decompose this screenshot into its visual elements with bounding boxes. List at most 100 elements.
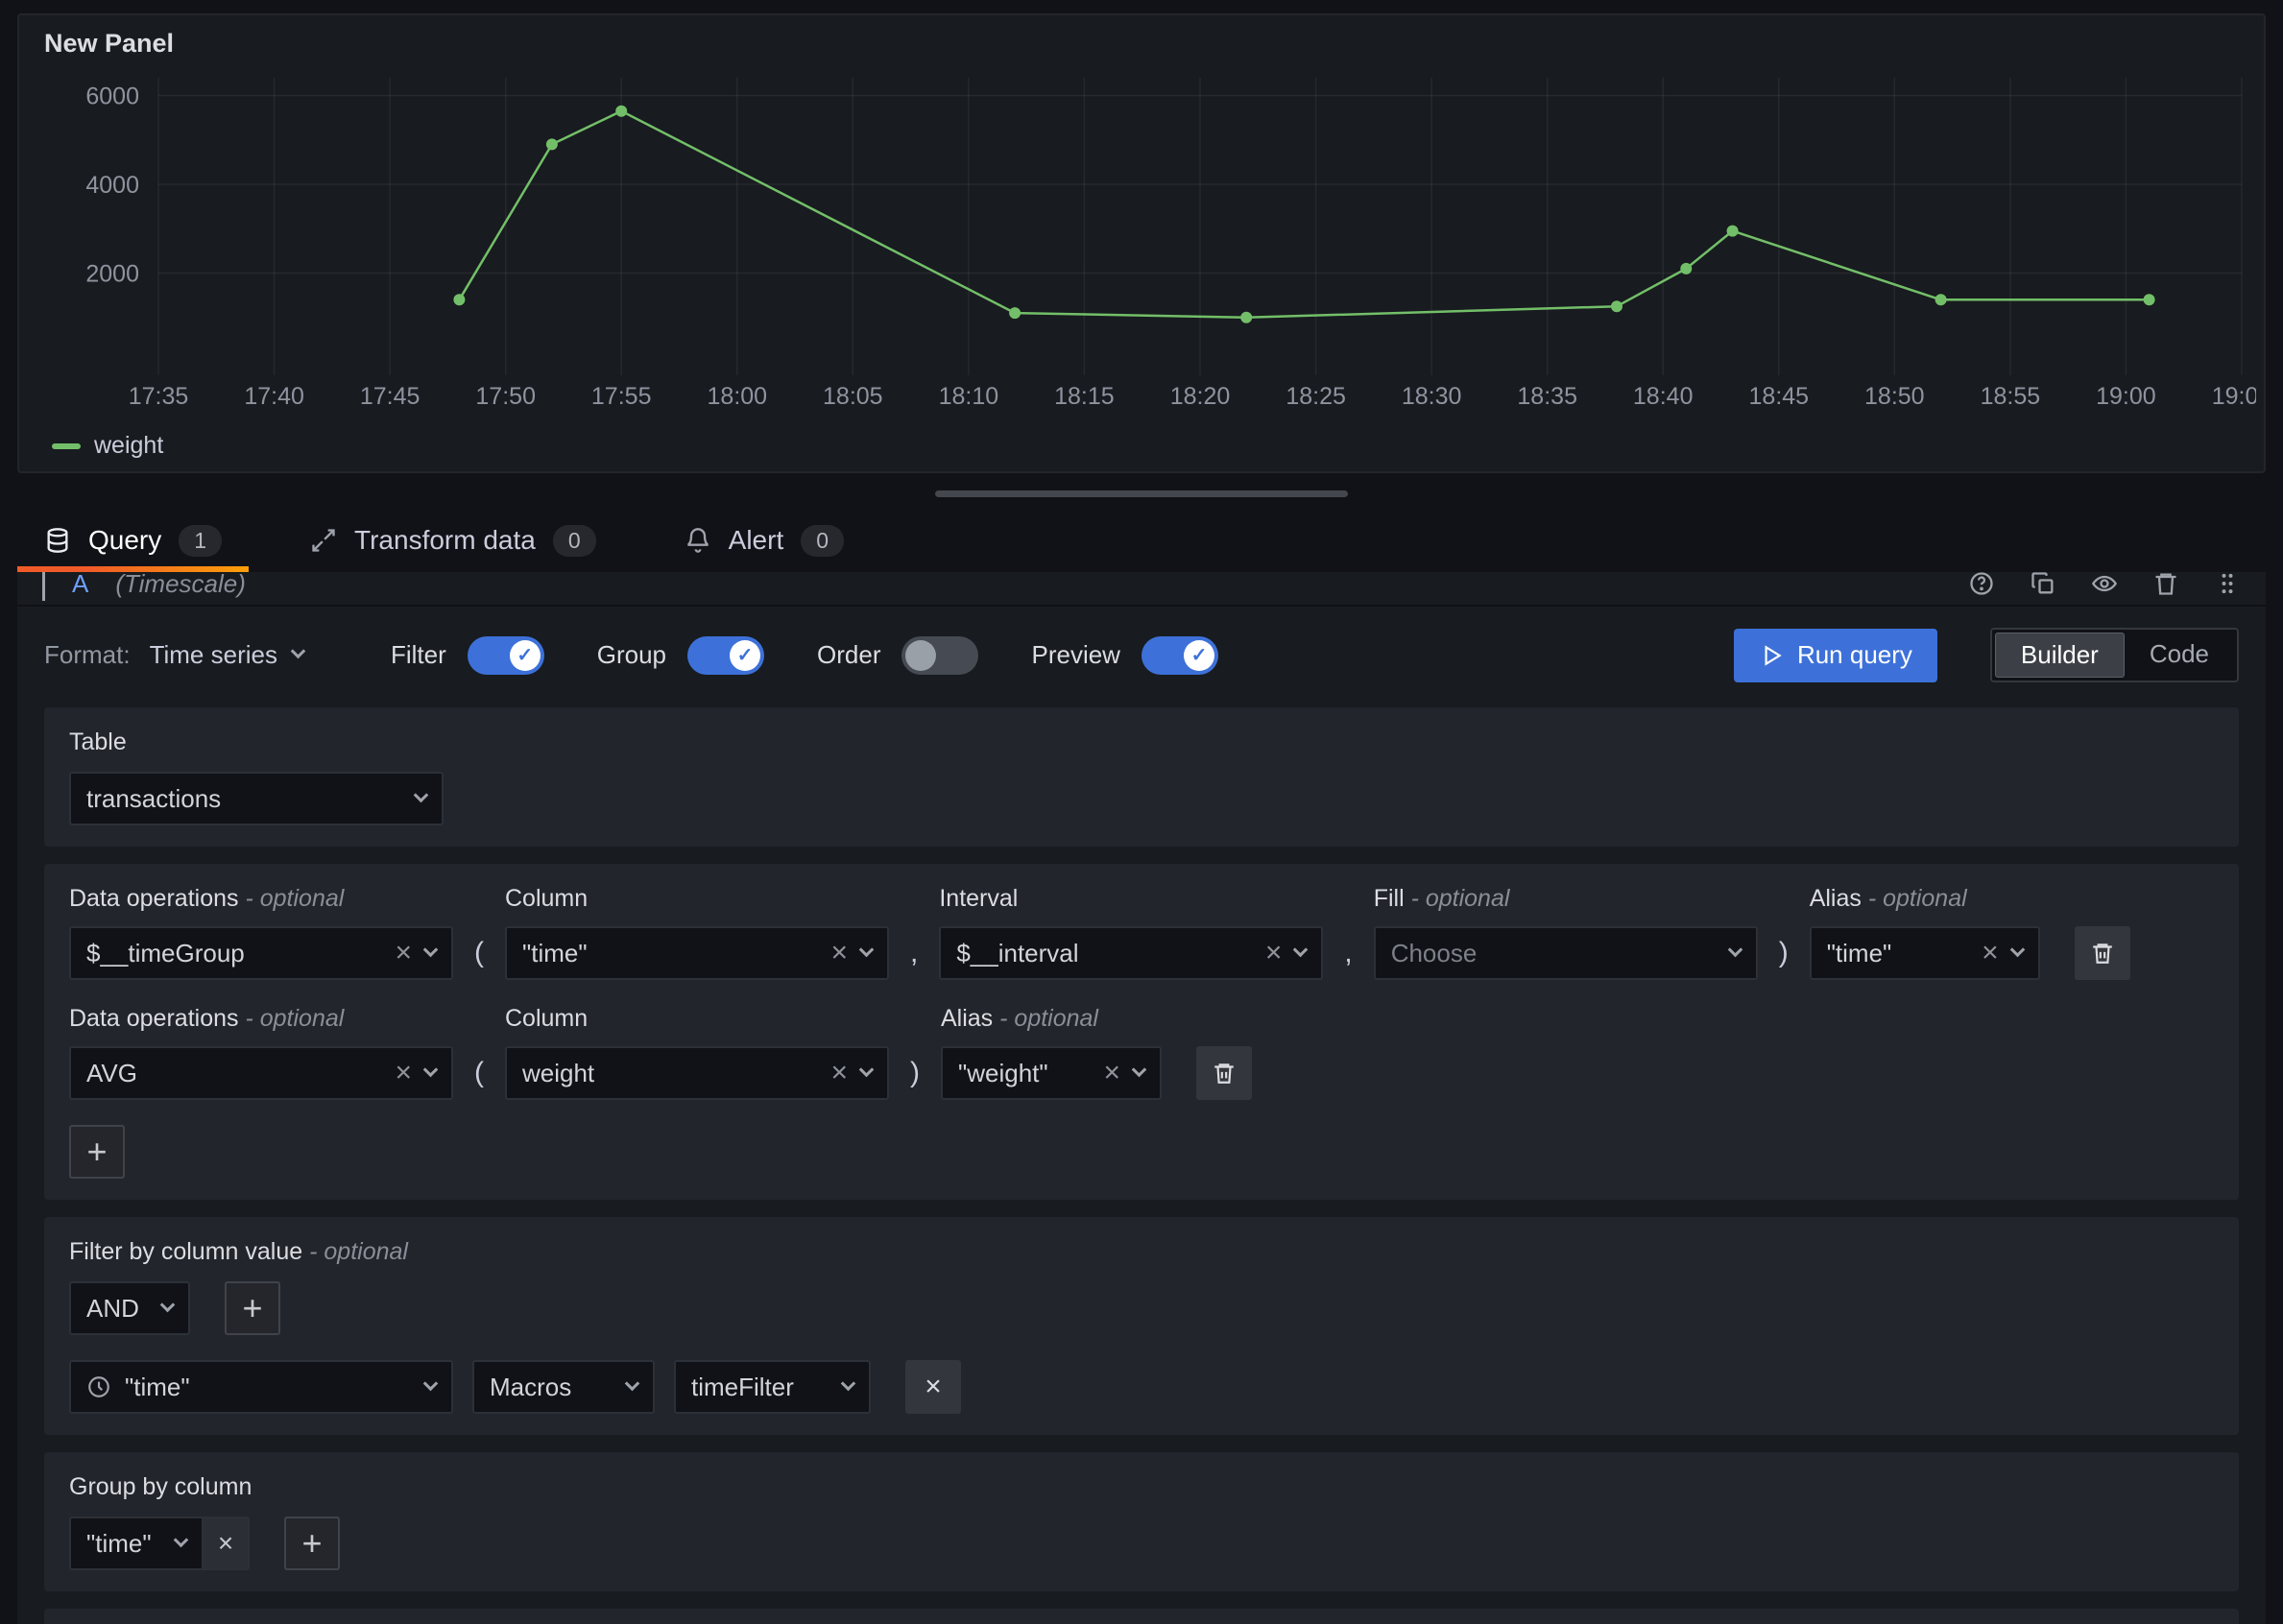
eye-icon[interactable] (2091, 572, 2118, 597)
clear-icon[interactable]: × (1982, 939, 1999, 967)
clear-icon[interactable]: × (395, 1059, 412, 1087)
svg-text:18:35: 18:35 (1517, 383, 1577, 410)
alias-select[interactable]: "time" × (1810, 926, 2040, 980)
clock-icon (86, 1374, 111, 1399)
tab-alert-badge: 0 (801, 525, 844, 557)
svg-text:19:05: 19:05 (2212, 383, 2256, 410)
svg-text:19:00: 19:00 (2096, 383, 2156, 410)
svg-text:18:10: 18:10 (939, 383, 999, 410)
delete-select-row-button[interactable] (1196, 1046, 1252, 1100)
svg-text:17:45: 17:45 (360, 383, 421, 410)
add-select-row-button[interactable]: + (69, 1125, 125, 1179)
clear-icon[interactable]: × (1265, 939, 1283, 967)
legend-item-weight[interactable]: weight (94, 432, 163, 460)
group-toggle[interactable]: ✓ (687, 636, 764, 675)
remove-group-by-button[interactable]: × (204, 1517, 250, 1570)
run-query-button[interactable]: Run query (1734, 629, 1937, 682)
column-select[interactable]: "time" × (505, 926, 889, 980)
select-row-1: Data operations - optional $__timeGroup … (69, 885, 2214, 980)
preview-toggle[interactable]: ✓ (1142, 636, 1218, 675)
add-group-by-button[interactable]: + (284, 1517, 340, 1570)
trash-icon[interactable] (2152, 572, 2179, 597)
editor-mode-switcher: Builder Code (1990, 628, 2239, 682)
filter-operator-select[interactable]: AND (69, 1281, 190, 1335)
chevron-down-icon (174, 1532, 189, 1547)
query-toolbar: Format: Time series Filter ✓ Group ✓ Ord… (17, 607, 2266, 707)
filter-macro-value-select[interactable]: timeFilter (674, 1360, 871, 1414)
chevron-down-icon (423, 1375, 439, 1391)
alias-field: Alias - optional "time" × (1810, 885, 2040, 980)
data-operations-select[interactable]: AVG × (69, 1046, 453, 1100)
order-toggle-label: Order (817, 640, 880, 670)
group-by-column-select[interactable]: "time" (69, 1517, 204, 1570)
column-field: Column weight × (505, 1005, 889, 1100)
format-select[interactable]: Time series (150, 640, 303, 670)
chevron-down-icon (859, 1062, 875, 1077)
chevron-down-icon (841, 1375, 856, 1391)
group-by-column-control: "time" × (69, 1517, 250, 1570)
add-filter-button[interactable]: + (225, 1281, 280, 1335)
code-mode-button[interactable]: Code (2125, 633, 2234, 678)
query-ref-id[interactable]: A (72, 572, 88, 599)
alias-field: Alias - optional "weight" × (941, 1005, 1162, 1100)
filter-toggle-label: Filter (391, 640, 446, 670)
tab-transform-label: Transform data (354, 525, 536, 556)
svg-text:17:50: 17:50 (475, 383, 536, 410)
comma-separator: , (908, 926, 920, 980)
svg-text:18:55: 18:55 (1981, 383, 2041, 410)
time-series-chart[interactable]: 20004000600017:3517:4017:4517:5017:5518:… (38, 66, 2256, 423)
datasource-name: (Timescale) (115, 572, 246, 599)
remove-filter-button[interactable]: × (905, 1360, 961, 1414)
svg-text:18:40: 18:40 (1633, 383, 1694, 410)
alias-select[interactable]: "weight" × (941, 1046, 1162, 1100)
table-section-label: Table (69, 728, 2214, 756)
fill-select[interactable]: Choose (1374, 926, 1758, 980)
preview-toggle-label: Preview (1031, 640, 1119, 670)
legend-swatch (52, 443, 81, 449)
bell-icon (685, 527, 711, 554)
column-select[interactable]: weight × (505, 1046, 889, 1100)
chevron-down-icon (291, 644, 306, 659)
chevron-down-icon (414, 787, 429, 802)
svg-text:18:25: 18:25 (1286, 383, 1346, 410)
editor-tabs: Query 1 Transform data 0 Alert 0 (0, 509, 2283, 572)
data-operations-select[interactable]: $__timeGroup × (69, 926, 453, 980)
svg-text:18:20: 18:20 (1170, 383, 1231, 410)
tab-query[interactable]: Query 1 (17, 509, 249, 572)
help-icon[interactable] (1968, 572, 1995, 597)
filter-macros-select[interactable]: Macros (472, 1360, 655, 1414)
duplicate-icon[interactable] (2030, 572, 2056, 597)
group-by-section-label: Group by column (69, 1473, 2214, 1501)
svg-text:17:40: 17:40 (244, 383, 304, 410)
clear-icon[interactable]: × (395, 939, 412, 967)
filter-section-label: Filter by column value - optional (69, 1238, 2214, 1266)
data-operations-field: Data operations - optional AVG × (69, 1005, 453, 1100)
open-paren: ( (472, 926, 486, 980)
tab-alert[interactable]: Alert 0 (658, 509, 871, 572)
collapse-chevron-icon[interactable] (42, 572, 45, 599)
table-section: Table transactions (44, 707, 2239, 847)
format-label: Format: (44, 640, 131, 670)
tab-transform-data[interactable]: Transform data 0 (283, 509, 623, 572)
svg-text:18:15: 18:15 (1054, 383, 1115, 410)
table-select[interactable]: transactions (69, 772, 444, 825)
database-icon (44, 527, 71, 554)
select-row-2: Data operations - optional AVG × ( Colum… (69, 1005, 2214, 1100)
drag-handle-icon[interactable] (2214, 572, 2241, 597)
filter-toggle[interactable]: ✓ (468, 636, 544, 675)
tab-query-badge: 1 (179, 525, 222, 557)
chevron-down-icon (625, 1375, 640, 1391)
interval-select[interactable]: $__interval × (939, 926, 1323, 980)
clear-icon[interactable]: × (1103, 1059, 1120, 1087)
clear-icon[interactable]: × (830, 939, 848, 967)
clear-icon[interactable]: × (830, 1059, 848, 1087)
filter-column-select[interactable]: "time" (69, 1360, 453, 1414)
panel-resize-handle[interactable] (935, 490, 1348, 497)
chevron-down-icon (1293, 942, 1309, 957)
chevron-down-icon (423, 1062, 439, 1077)
order-toggle[interactable]: ✓ (901, 636, 978, 675)
svg-text:4000: 4000 (85, 172, 139, 199)
fill-field: Fill - optional Choose (1374, 885, 1758, 980)
delete-select-row-button[interactable] (2075, 926, 2130, 980)
builder-mode-button[interactable]: Builder (1995, 633, 2125, 678)
